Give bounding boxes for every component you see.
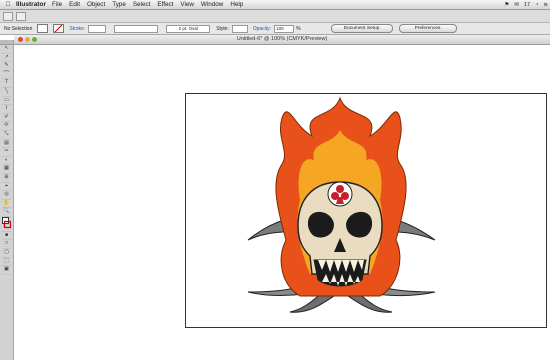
color-mode-icon[interactable]: ■ [2,232,11,241]
mesh-tool-icon[interactable]: ▦ [2,165,11,174]
stroke-label[interactable]: Stroke: [69,26,85,32]
rectangle-tool-icon[interactable]: ▭ [2,97,11,106]
selection-tool-icon[interactable]: ↖ [2,45,11,54]
menu-extras: ⚑ ✉ 17 ◔ ≋ [499,0,548,9]
menu-object[interactable]: Object [87,1,105,8]
application-bar [0,10,550,23]
symbol-sprayer-tool-icon[interactable]: ◎ [2,191,11,200]
arrange-documents-button[interactable] [3,11,13,21]
zoom-window-button[interactable] [32,37,37,42]
stroke-swatch[interactable] [53,24,65,33]
club-emblem [327,181,353,207]
blend-tool-icon[interactable]: ◐ [2,157,11,166]
lasso-tool-icon[interactable]: ⌒ [2,71,11,80]
rotate-tool-icon[interactable]: ⟳ [2,122,11,131]
flaming-skull-artwork[interactable] [230,90,450,330]
tools-panel: ↖ ↗ ✎ ⌒ T ╲ ▭ ⌇ ✐ ⟳ ⤡ ▤ ✂ ◐ ▦ ⊞ ⌖ ◎ ✋ 🔍 … [0,40,14,360]
menu-view[interactable]: View [180,1,194,8]
eyedropper-tool-icon[interactable]: ⌖ [2,183,11,192]
status-extra-4[interactable]: ◔ [535,2,538,8]
pencil-tool-icon[interactable]: ✐ [2,114,11,123]
preferences-button[interactable]: Preferences [398,24,457,33]
document-setup-button[interactable]: Document Setup [330,24,393,33]
graph-tool-icon[interactable]: ▤ [2,140,11,149]
style-picker[interactable] [231,24,248,33]
selection-status: No Selection [4,25,33,32]
document-title-bar: Untitled-6* @ 100% (CMYK/Preview) [14,35,550,45]
status-extra-1[interactable]: ⚑ [504,2,509,8]
menu-help[interactable]: Help [230,1,243,8]
zoom-tool-icon[interactable]: 🔍 [2,208,11,217]
gradient-mode-icon[interactable]: □ [2,240,11,250]
close-window-button[interactable] [18,37,23,42]
menu-select[interactable]: Select [133,1,151,8]
scissors-tool-icon[interactable]: ✂ [2,148,11,157]
opacity-field[interactable]: 100 [274,24,295,33]
none-mode-icon[interactable]: ▢ [2,249,11,258]
status-extra-3[interactable]: 17 [524,2,530,8]
menu-effect[interactable]: Effect [157,1,173,8]
stroke-weight-field[interactable] [88,24,107,33]
screen-mode-icon[interactable]: ▣ [2,266,11,275]
menu-bar:  Illustrator File Edit Object Type Sele… [0,0,550,10]
fill-swatch[interactable] [37,24,49,33]
line-tool-icon[interactable]: ╲ [2,88,11,97]
variable-width-profile[interactable] [114,24,159,33]
shape-builder-tool-icon[interactable]: ⊞ [2,174,11,183]
menu-file[interactable]: File [52,1,62,8]
opacity-unit: % [296,25,301,32]
brush-definition[interactable]: 2 pt. Oval [166,24,211,33]
status-extra-5[interactable]: ≋ [543,2,548,8]
direct-selection-tool-icon[interactable]: ↗ [2,54,11,63]
scale-tool-icon[interactable]: ⤡ [2,131,11,140]
workspace-button[interactable] [16,11,26,21]
opacity-label[interactable]: Opacity: [253,26,271,32]
apple-menu-icon[interactable]:  [4,1,12,8]
menu-type[interactable]: Type [112,1,126,8]
menu-window[interactable]: Window [201,1,223,8]
magic-wand-tool-icon[interactable]: ✎ [2,62,11,71]
control-bar: No Selection Stroke: 2 pt. Oval Style: O… [0,23,550,35]
document-title: Untitled-6* @ 100% (CMYK/Preview) [236,36,328,42]
hand-tool-icon[interactable]: ✋ [2,200,11,209]
style-label: Style: [216,25,229,32]
status-extra-2[interactable]: ✉ [514,2,519,8]
paintbrush-tool-icon[interactable]: ⌇ [2,105,11,114]
app-name-menu[interactable]: Illustrator [16,1,46,8]
menu-edit[interactable]: Edit [69,1,80,8]
fill-stroke-icon[interactable] [2,216,12,232]
window-controls [18,37,39,42]
minimize-window-button[interactable] [25,37,30,42]
type-tool-icon[interactable]: T [2,79,11,88]
draw-mode-icon[interactable]: ⬚ [2,258,11,267]
